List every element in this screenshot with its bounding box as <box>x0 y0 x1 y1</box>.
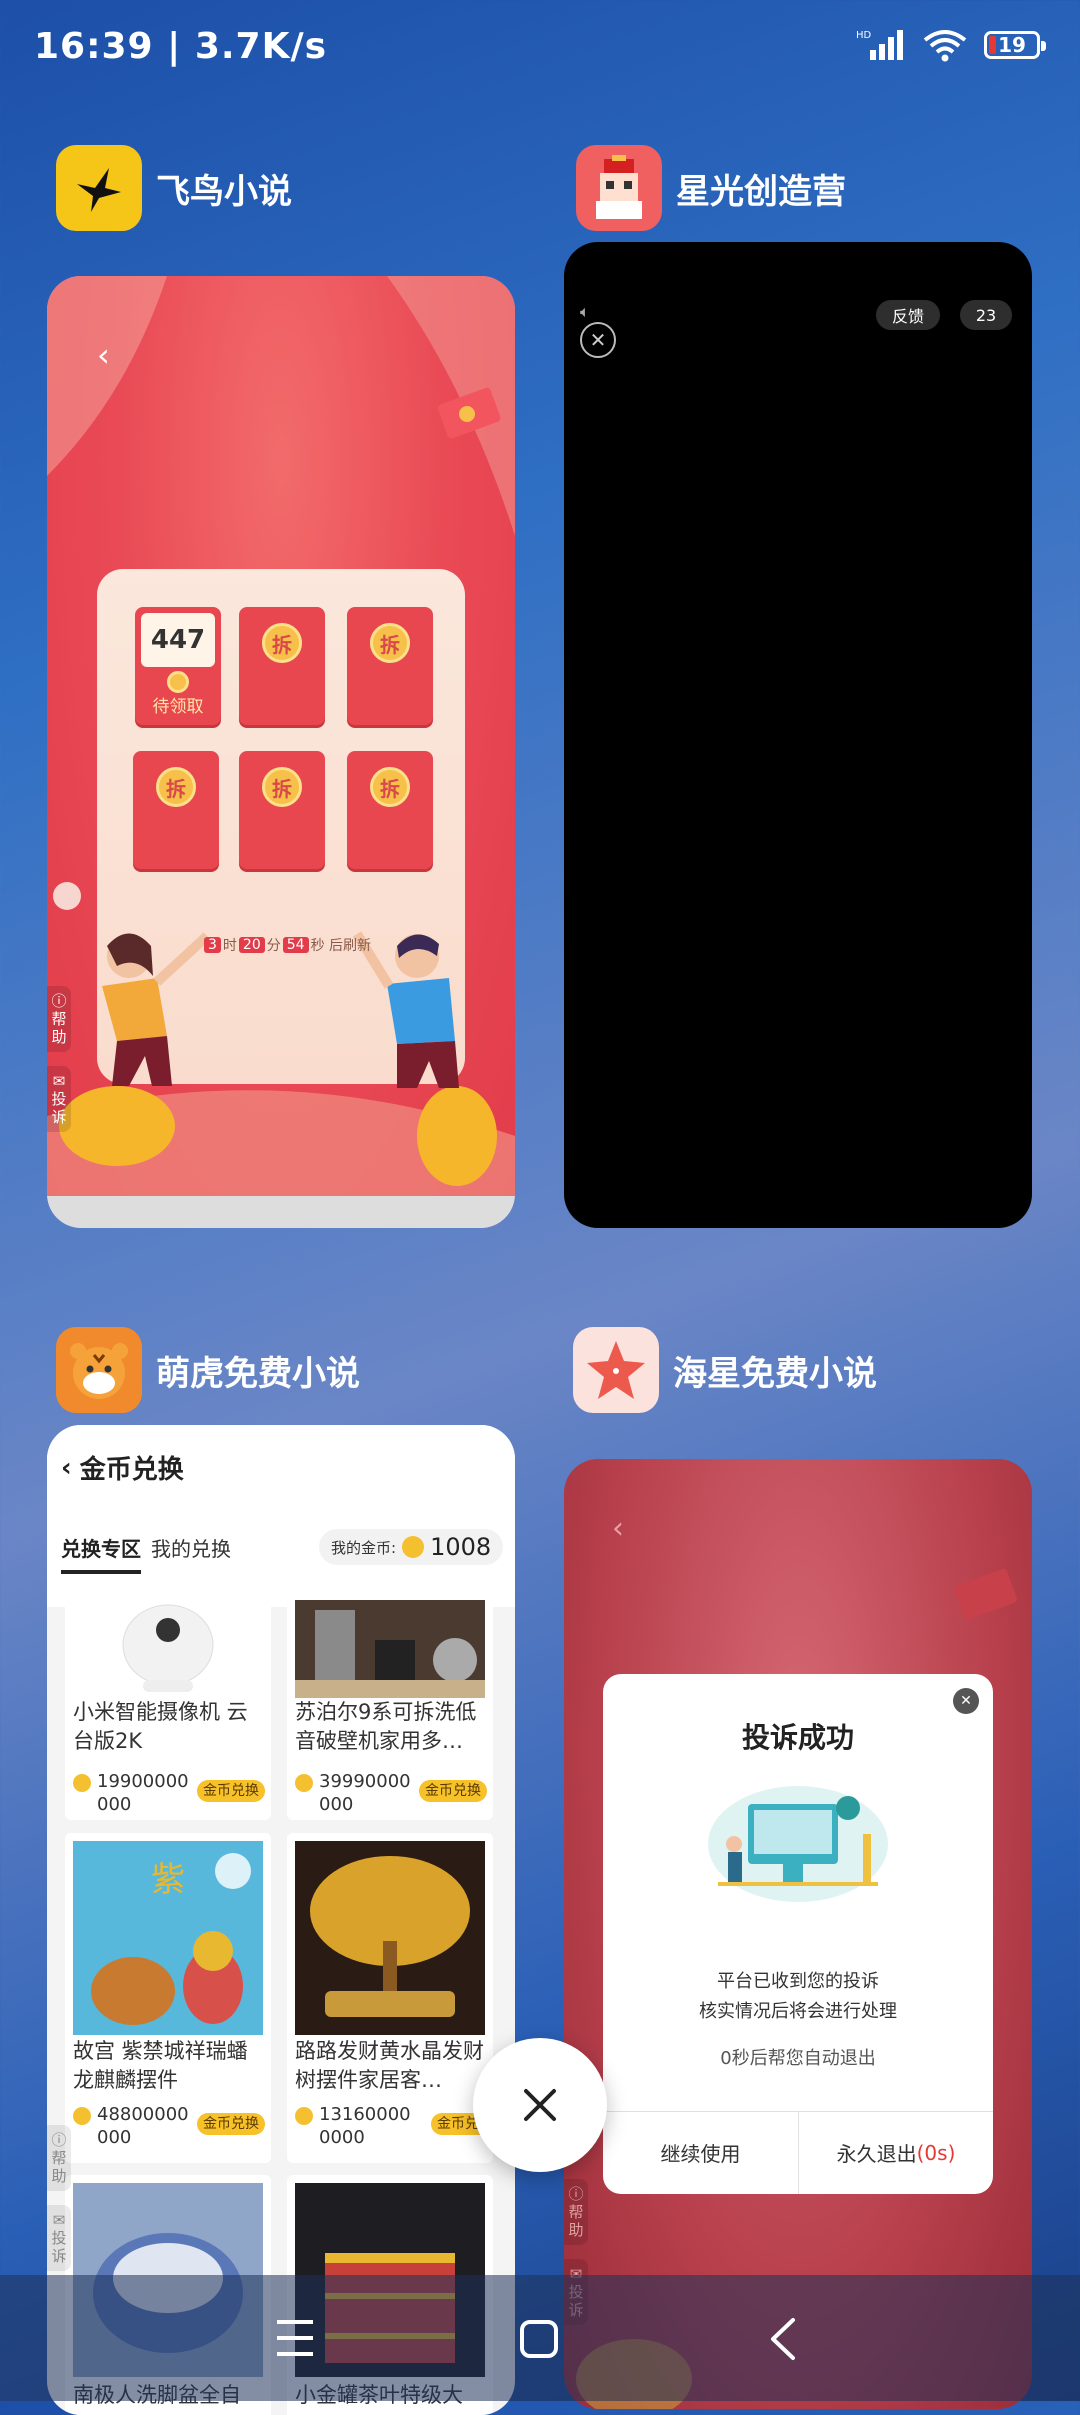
navigation-bar <box>0 2275 1080 2401</box>
open-glyph: 拆 <box>262 767 302 807</box>
page-header: ‹ 金币兑换 兑换专区 我的兑换 我的金币: 1008 <box>47 1425 515 1607</box>
feedback-button[interactable]: 反馈 <box>876 300 940 330</box>
refresh-timer: 3时 20 分 54 秒 后刷新 <box>204 935 371 955</box>
tab-my-exchange[interactable]: 我的兑换 <box>151 1533 231 1562</box>
app-card-menghu[interactable]: ‹ 金币兑换 兑换专区 我的兑换 我的金币: 1008 小米智能摄像机 云台版2K… <box>47 1425 515 2415</box>
dialog-title: 投诉成功 <box>741 1721 854 1754</box>
app-screenshot: ‹ 447 待领取 拆 拆 拆 拆 拆 3时 20 分 54 秒 后刷新 ⓘ 帮… <box>47 276 515 1196</box>
close-icon <box>524 2089 556 2121</box>
app-header-feiniao[interactable]: 飞鸟小说 <box>56 145 292 231</box>
home-icon[interactable] <box>519 2319 559 2359</box>
exit-forever-button[interactable]: 永久退出 (0s) <box>799 2111 993 2194</box>
exchange-tag[interactable]: 金币兑换 <box>197 1780 265 1802</box>
complaint-success-dialog: ✕ 投诉成功 平台已收到您的投诉 核实情况后将会进行处理 0秒后帮您自动退出 继续… <box>603 1674 993 2194</box>
close-icon[interactable]: ✕ <box>953 1688 979 1714</box>
close-all-button[interactable] <box>473 2038 607 2172</box>
coin-icon <box>402 1536 425 1558</box>
help-tab[interactable]: ⓘ 帮助 <box>47 2125 71 2191</box>
app-name: 海星免费小说 <box>673 1353 877 1394</box>
menu-icon[interactable] <box>275 2319 315 2357</box>
battery-icon: 19 <box>984 31 1046 59</box>
app-name: 萌虎免费小说 <box>156 1353 360 1394</box>
svg-text:紫: 紫 <box>151 1860 185 1900</box>
app-card-haixing[interactable]: ‹ ⓘ帮助 ✉投诉 ✕ 投诉成功 平台已收到您的投诉核实情况后将会进行处理 0秒… <box>564 1459 1032 2409</box>
blender-image <box>295 1600 485 1698</box>
envelope-item[interactable]: 拆 <box>133 751 219 869</box>
ad-countdown: 23 <box>960 300 1012 330</box>
money-tree-image <box>295 1841 485 2035</box>
page-title: ‹ 金币兑换 <box>61 1452 184 1486</box>
envelope-item[interactable]: 拆 <box>239 607 325 725</box>
starfish-icon <box>573 1327 659 1413</box>
signal-icon: HD <box>856 30 903 60</box>
envelope-value: 447 <box>141 613 215 667</box>
back-icon[interactable] <box>767 2317 797 2361</box>
envelope-claim[interactable]: 447 待领取 <box>135 607 221 725</box>
envelope-label: 待领取 <box>152 697 204 717</box>
open-glyph: 拆 <box>262 623 302 663</box>
complain-tab[interactable]: ✉投诉 <box>47 2205 71 2271</box>
app-header-xingguang[interactable]: 星光创造营 <box>576 145 846 231</box>
status-time: 16:39 | 3.7K/s <box>34 26 328 67</box>
continue-button[interactable]: 继续使用 <box>603 2111 798 2194</box>
product-card[interactable]: 苏泊尔9系可拆洗低音破壁机家用多… 39990000000 金币兑换 <box>287 1600 493 1820</box>
envelope-item[interactable]: 拆 <box>347 751 433 869</box>
exchange-tag[interactable]: 金币兑换 <box>197 2113 265 2135</box>
bird-icon <box>56 145 142 231</box>
envelope-item[interactable]: 拆 <box>347 607 433 725</box>
back-icon[interactable]: ‹ <box>61 1453 72 1483</box>
back-icon[interactable]: ‹ <box>97 336 110 374</box>
tab-exchange-zone[interactable]: 兑换专区 <box>61 1533 141 1574</box>
close-ad-icon[interactable]: ✕ <box>580 322 616 358</box>
coin-icon <box>167 671 189 693</box>
app-name: 飞鸟小说 <box>156 171 292 212</box>
envelope-item[interactable]: 拆 <box>239 751 325 869</box>
exchange-tag[interactable]: 金币兑换 <box>419 1780 487 1802</box>
open-glyph: 拆 <box>156 767 196 807</box>
app-card-xingguang[interactable]: 🔈︎ ✕ 反馈 23 <box>564 242 1032 1228</box>
product-card[interactable]: 小米智能摄像机 云台版2K 19900000000 金币兑换 <box>65 1600 271 1820</box>
app-header-haixing[interactable]: 海星免费小说 <box>573 1327 877 1413</box>
status-icons: HD 19 <box>856 28 1046 62</box>
help-tab[interactable]: ⓘ 帮助 <box>47 986 71 1052</box>
complaint-illustration <box>708 1786 888 1902</box>
product-card[interactable]: 路路发财黄水晶发财树摆件家居客… 131600000000 金币兑换 <box>287 1833 493 2163</box>
product-card[interactable]: 紫 故宫 紫禁城祥瑞蟠龙麒麟摆件 48800000000 金币兑换 <box>65 1833 271 2163</box>
app-name: 星光创造营 <box>676 171 846 212</box>
open-glyph: 拆 <box>370 623 410 663</box>
tiger-icon <box>56 1327 142 1413</box>
app-card-feiniao[interactable]: ‹ 447 待领取 拆 拆 拆 拆 拆 3时 20 分 54 秒 后刷新 ⓘ 帮… <box>47 276 515 1228</box>
wifi-icon <box>923 30 967 62</box>
complain-tab[interactable]: ✉投诉 <box>47 1066 71 1132</box>
my-coins: 我的金币: 1008 <box>319 1529 503 1565</box>
dialog-message: 平台已收到您的投诉 核实情况后将会进行处理 <box>699 1971 897 2022</box>
auto-exit-text: 0秒后帮您自动退出 <box>720 2048 876 2069</box>
pixel-avatar-icon <box>576 145 662 231</box>
qilin-ornament-image: 紫 <box>73 1841 263 2035</box>
app-header-menghu[interactable]: 萌虎免费小说 <box>56 1327 360 1413</box>
help-tab[interactable]: ⓘ 帮助 <box>564 2179 588 2245</box>
svg-text:HD: HD <box>856 30 872 41</box>
open-glyph: 拆 <box>370 767 410 807</box>
camera-image <box>73 1600 263 1698</box>
back-icon[interactable]: ‹ <box>612 1511 624 1546</box>
